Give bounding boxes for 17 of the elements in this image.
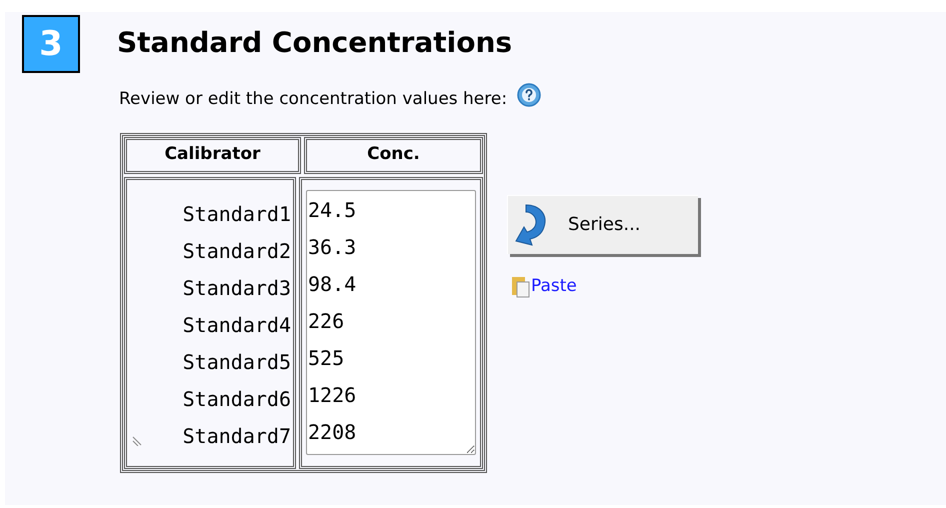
calibrator-name: Standard2 bbox=[182, 238, 291, 264]
calibrator-name: Standard6 bbox=[182, 386, 291, 412]
column-header: Calibrator bbox=[124, 136, 301, 174]
resize-grip-icon bbox=[132, 434, 144, 446]
section-title: Standard Concentrations bbox=[117, 24, 512, 60]
calibrator-name: Standard4 bbox=[182, 312, 291, 338]
instruction-text: Review or edit the concentration values here: bbox=[119, 88, 508, 111]
calibrator-name: Standard5 bbox=[182, 348, 291, 376]
help-icon[interactable] bbox=[517, 82, 542, 107]
clipboard-icon bbox=[511, 275, 531, 299]
column-header: Conc. bbox=[304, 136, 483, 174]
step-number-badge: 3 bbox=[22, 15, 80, 73]
calibrator-name: Standard3 bbox=[182, 274, 291, 302]
calibrator-name: Standard7 bbox=[182, 422, 291, 450]
calibrator-name: Standard1 bbox=[182, 200, 291, 228]
paste-link[interactable]: Paste bbox=[531, 274, 577, 299]
concentration-values-field[interactable]: 24.5 36.3 98.4 226 525 1226 2208 bbox=[306, 190, 476, 454]
